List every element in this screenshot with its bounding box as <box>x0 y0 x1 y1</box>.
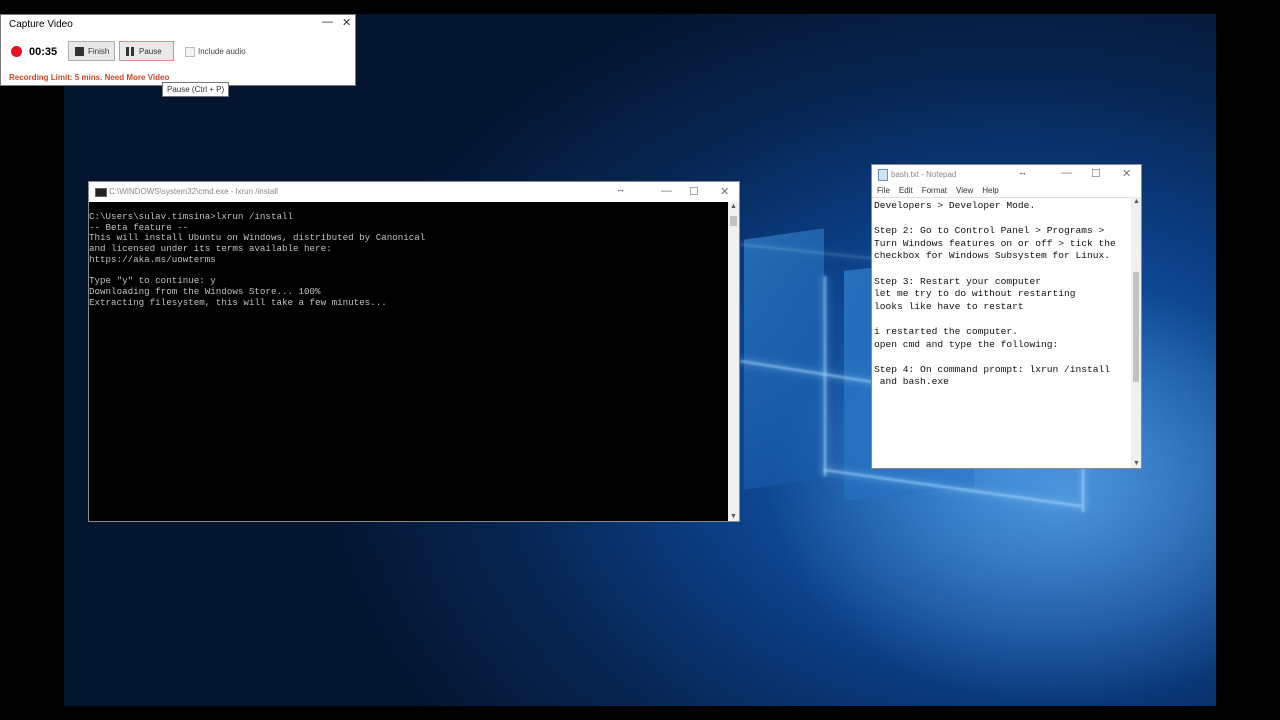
resize-cursor-icon: ↔ <box>1018 167 1027 177</box>
notepad-window-title: bash.txt - Notepad <box>891 170 957 179</box>
recording-limit-text[interactable]: Recording Limit: 5 mins. Need More Video <box>9 73 169 82</box>
menu-file[interactable]: File <box>877 186 890 195</box>
notepad-icon <box>878 169 888 181</box>
scroll-down-icon[interactable]: ▼ <box>730 513 737 520</box>
scroll-up-icon[interactable]: ▲ <box>730 203 737 210</box>
wallpaper-beam <box>824 276 826 476</box>
close-icon[interactable]: ✕ <box>720 185 729 198</box>
pause-icon <box>126 46 129 56</box>
minimize-icon[interactable]: — <box>661 185 672 197</box>
menu-view[interactable]: View <box>956 186 973 195</box>
cmd-titlebar[interactable]: C:\WINDOWS\system32\cmd.exe - lxrun /ins… <box>89 182 739 202</box>
maximize-icon[interactable]: ☐ <box>689 185 699 198</box>
close-icon[interactable]: ✕ <box>1122 167 1131 180</box>
scroll-down-icon[interactable]: ▼ <box>1133 460 1140 467</box>
notepad-window: bash.txt - Notepad ↔ — ☐ ✕ File Edit For… <box>871 164 1142 469</box>
wallpaper-pane <box>744 228 824 490</box>
pause-icon <box>131 46 134 56</box>
menu-help[interactable]: Help <box>982 186 998 195</box>
cmd-window-title: C:\WINDOWS\system32\cmd.exe - lxrun /ins… <box>109 187 278 196</box>
scrollbar-thumb[interactable] <box>730 216 737 226</box>
finish-button-label: Finish <box>88 46 110 56</box>
notepad-menubar: File Edit Format View Help <box>877 186 1008 195</box>
finish-button[interactable]: Finish <box>68 41 115 61</box>
cmd-scrollbar[interactable]: ▲ ▼ <box>728 202 739 521</box>
cmd-icon <box>95 188 107 197</box>
recording-timer: 00:35 <box>29 46 58 58</box>
menu-format[interactable]: Format <box>922 186 947 195</box>
notepad-scrollbar[interactable]: ▲ ▼ <box>1131 197 1141 468</box>
include-audio-label: Include audio <box>198 47 246 56</box>
cmd-console-output[interactable]: C:\Users\sulav.timsina>lxrun /install --… <box>89 211 425 308</box>
pause-tooltip: Pause (Ctrl + P) <box>162 82 230 97</box>
pause-button-label: Pause <box>139 46 162 56</box>
record-indicator-icon <box>11 46 22 57</box>
maximize-icon[interactable]: ☐ <box>1091 167 1101 180</box>
stop-icon <box>75 46 84 56</box>
scroll-up-icon[interactable]: ▲ <box>1133 198 1140 205</box>
scrollbar-thumb[interactable] <box>1133 272 1139 382</box>
notepad-titlebar[interactable]: bash.txt - Notepad ↔ — ☐ ✕ <box>872 165 1141 184</box>
cmd-window: C:\WINDOWS\system32\cmd.exe - lxrun /ins… <box>88 181 740 522</box>
capture-video-window: Capture Video — ✕ 00:35 Finish Pause Inc… <box>0 14 356 97</box>
close-icon[interactable]: ✕ <box>342 16 351 29</box>
capture-window-title: Capture Video <box>9 19 73 30</box>
minimize-icon[interactable]: — <box>1061 167 1072 179</box>
minimize-icon[interactable]: — <box>322 16 333 28</box>
include-audio-checkbox[interactable] <box>185 47 195 57</box>
resize-cursor-icon: ↔ <box>616 184 625 194</box>
menu-edit[interactable]: Edit <box>899 186 913 195</box>
pause-button[interactable]: Pause <box>119 41 174 61</box>
notepad-text-area[interactable]: Developers > Developer Mode. Step 2: Go … <box>872 197 1132 470</box>
notepad-content[interactable]: Developers > Developer Mode. Step 2: Go … <box>874 200 1116 389</box>
